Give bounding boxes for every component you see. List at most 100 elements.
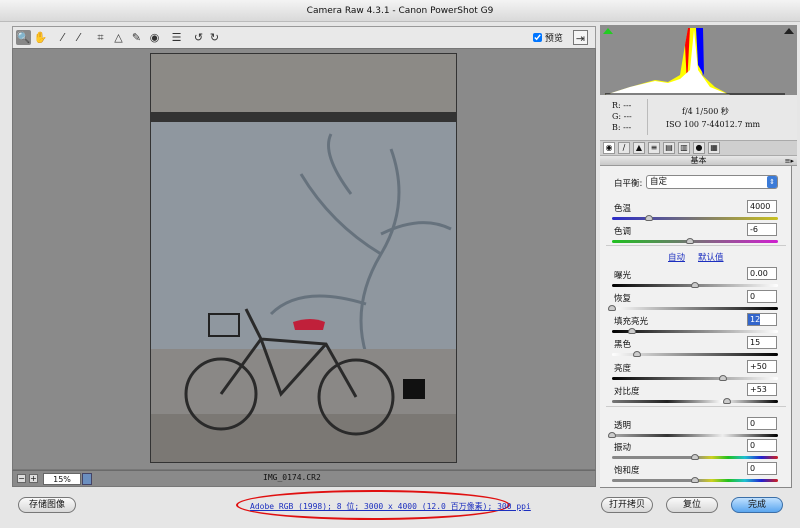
preferences-tool-icon[interactable]: ☰ bbox=[169, 30, 184, 45]
panel-header: 基本 ≡▸ bbox=[600, 155, 797, 166]
preview-checkbox[interactable]: 预览 bbox=[533, 31, 563, 44]
slider-label: 黑色 bbox=[614, 340, 632, 350]
dropdown-arrows-icon: ⇕ bbox=[767, 176, 777, 188]
slider-track[interactable] bbox=[612, 351, 778, 357]
slider-thumb[interactable] bbox=[608, 432, 616, 438]
slider-value-input[interactable]: 0 bbox=[747, 462, 777, 475]
slider-thumb[interactable] bbox=[691, 477, 699, 483]
slider-value-input[interactable]: -6 bbox=[747, 223, 777, 236]
tab-presets-icon[interactable]: ▦ bbox=[708, 142, 720, 154]
tab-detail-icon[interactable]: ▲ bbox=[633, 142, 645, 154]
slider-track[interactable] bbox=[612, 477, 778, 483]
divider bbox=[606, 406, 786, 407]
red-readout: R: --- bbox=[612, 101, 632, 110]
slider-label: 色温 bbox=[614, 204, 632, 214]
aperture-shutter: f/4 1/500 秒 bbox=[682, 107, 729, 116]
slider-label: 曝光 bbox=[614, 271, 632, 281]
slider-thumb[interactable] bbox=[719, 375, 728, 381]
slider-track[interactable] bbox=[612, 282, 778, 288]
crop-tool-icon[interactable]: ⌗ bbox=[93, 30, 108, 45]
slider-track[interactable] bbox=[608, 432, 778, 438]
preview-label: 预览 bbox=[544, 34, 563, 44]
slider-value-input[interactable]: 0 bbox=[747, 290, 777, 303]
done-button[interactable]: 完成 bbox=[731, 497, 783, 513]
basic-panel: 白平衡: 自定 ⇕ 自动 默认值 色温 4000 色调 -6 曝光 0.00 恢复 0 填充亮光 1… bbox=[600, 166, 792, 488]
slider-label: 填充亮光 bbox=[614, 317, 649, 327]
slider-value-input[interactable]: 0 bbox=[747, 439, 777, 452]
slider-thumb[interactable] bbox=[691, 282, 699, 288]
iso-focal-length: ISO 100 7-44012.7 mm bbox=[666, 120, 761, 129]
green-readout: G: --- bbox=[612, 112, 632, 121]
slider-value-input[interactable]: 0 bbox=[747, 417, 777, 430]
fullscreen-toggle-icon[interactable]: ⇥ bbox=[573, 30, 588, 45]
straighten-tool-icon[interactable]: △ bbox=[111, 30, 126, 45]
slider-track[interactable] bbox=[612, 215, 778, 221]
panel-tabs: ◉ ∕ ▲ ≡ ▤ ▥ ● ▦ bbox=[600, 140, 797, 155]
slider-thumb[interactable] bbox=[691, 454, 699, 460]
title-bar: Camera Raw 4.3.1 - Canon PowerShot G9 bbox=[0, 0, 800, 22]
photo-image bbox=[151, 54, 456, 462]
reset-button[interactable]: 复位 bbox=[666, 497, 718, 513]
tab-basic-icon[interactable]: ◉ bbox=[603, 142, 615, 154]
photo-preview[interactable] bbox=[150, 53, 457, 463]
slider-label: 色调 bbox=[614, 227, 632, 237]
histogram bbox=[600, 25, 797, 95]
slider-track[interactable] bbox=[612, 398, 778, 404]
slider-value-input[interactable]: 12 bbox=[747, 313, 777, 326]
red-eye-tool-icon[interactable]: ◉ bbox=[147, 30, 162, 45]
slider-label: 亮度 bbox=[614, 364, 632, 374]
retouch-tool-icon[interactable]: ✎ bbox=[129, 30, 144, 45]
workflow-options-link[interactable]: Adobe RGB (1998); 8 位; 3000 x 4000 (12.0… bbox=[250, 501, 531, 512]
tab-split-toning-icon[interactable]: ▤ bbox=[663, 142, 675, 154]
slider-thumb[interactable] bbox=[644, 215, 653, 221]
panel-menu-icon[interactable]: ≡▸ bbox=[785, 156, 794, 166]
white-balance-select[interactable]: 自定 ⇕ bbox=[646, 175, 778, 189]
histogram-graph bbox=[605, 28, 785, 95]
slider-track[interactable] bbox=[612, 238, 778, 244]
slider-label: 对比度 bbox=[614, 387, 640, 397]
panel-title: 基本 bbox=[690, 156, 707, 165]
slider-thumb[interactable] bbox=[722, 398, 731, 404]
white-balance-value: 自定 bbox=[650, 177, 668, 187]
slider-thumb[interactable] bbox=[627, 328, 636, 334]
hand-tool-icon[interactable]: ✋ bbox=[33, 30, 48, 45]
slider-track[interactable] bbox=[612, 454, 778, 460]
slider-label: 振动 bbox=[614, 443, 632, 453]
slider-track[interactable] bbox=[608, 305, 778, 311]
save-image-button[interactable]: 存储图像 bbox=[18, 497, 76, 513]
slider-thumb[interactable] bbox=[686, 238, 695, 244]
zoom-level-field[interactable]: 15% bbox=[43, 473, 81, 485]
tab-lens-icon[interactable]: ▥ bbox=[678, 142, 690, 154]
tab-camera-calibration-icon[interactable]: ● bbox=[693, 142, 705, 154]
slider-track[interactable] bbox=[612, 375, 778, 381]
camera-info: R: --- G: --- B: --- f/4 1/500 秒 ISO 100… bbox=[600, 95, 797, 140]
auto-link[interactable]: 自动 bbox=[668, 251, 685, 263]
filename-label: IMG_0174.CR2 bbox=[263, 473, 321, 482]
divider bbox=[647, 99, 648, 135]
slider-value-input[interactable]: +53 bbox=[747, 383, 777, 396]
slider-label: 恢复 bbox=[614, 294, 632, 304]
divider bbox=[606, 245, 786, 246]
slider-value-input[interactable]: 15 bbox=[747, 336, 777, 349]
slider-track[interactable] bbox=[612, 328, 778, 334]
default-link[interactable]: 默认值 bbox=[698, 251, 724, 263]
preview-check[interactable] bbox=[533, 33, 542, 42]
zoom-dropdown-icon[interactable] bbox=[82, 473, 92, 485]
open-copy-button[interactable]: 打开拷贝 bbox=[601, 497, 653, 513]
color-sampler-tool-icon[interactable]: ⁄ bbox=[71, 30, 86, 45]
slider-value-input[interactable]: +50 bbox=[747, 360, 777, 373]
slider-value-input[interactable]: 4000 bbox=[747, 200, 777, 213]
blue-readout: B: --- bbox=[612, 123, 632, 132]
slider-thumb[interactable] bbox=[608, 305, 616, 311]
zoom-in-button[interactable]: + bbox=[29, 474, 38, 483]
tab-tone-curve-icon[interactable]: ∕ bbox=[618, 142, 630, 154]
tab-hsl-icon[interactable]: ≡ bbox=[648, 142, 660, 154]
slider-thumb[interactable] bbox=[632, 351, 641, 357]
slider-value-input[interactable]: 0.00 bbox=[747, 267, 777, 280]
rotate-cw-tool-icon[interactable]: ↻ bbox=[207, 30, 222, 45]
zoom-out-button[interactable]: − bbox=[17, 474, 26, 483]
rotate-ccw-tool-icon[interactable]: ↺ bbox=[191, 30, 206, 45]
white-balance-tool-icon[interactable]: ⁄ bbox=[55, 30, 70, 45]
slider-label: 透明 bbox=[614, 421, 632, 431]
zoom-tool-icon[interactable]: 🔍 bbox=[16, 30, 31, 45]
